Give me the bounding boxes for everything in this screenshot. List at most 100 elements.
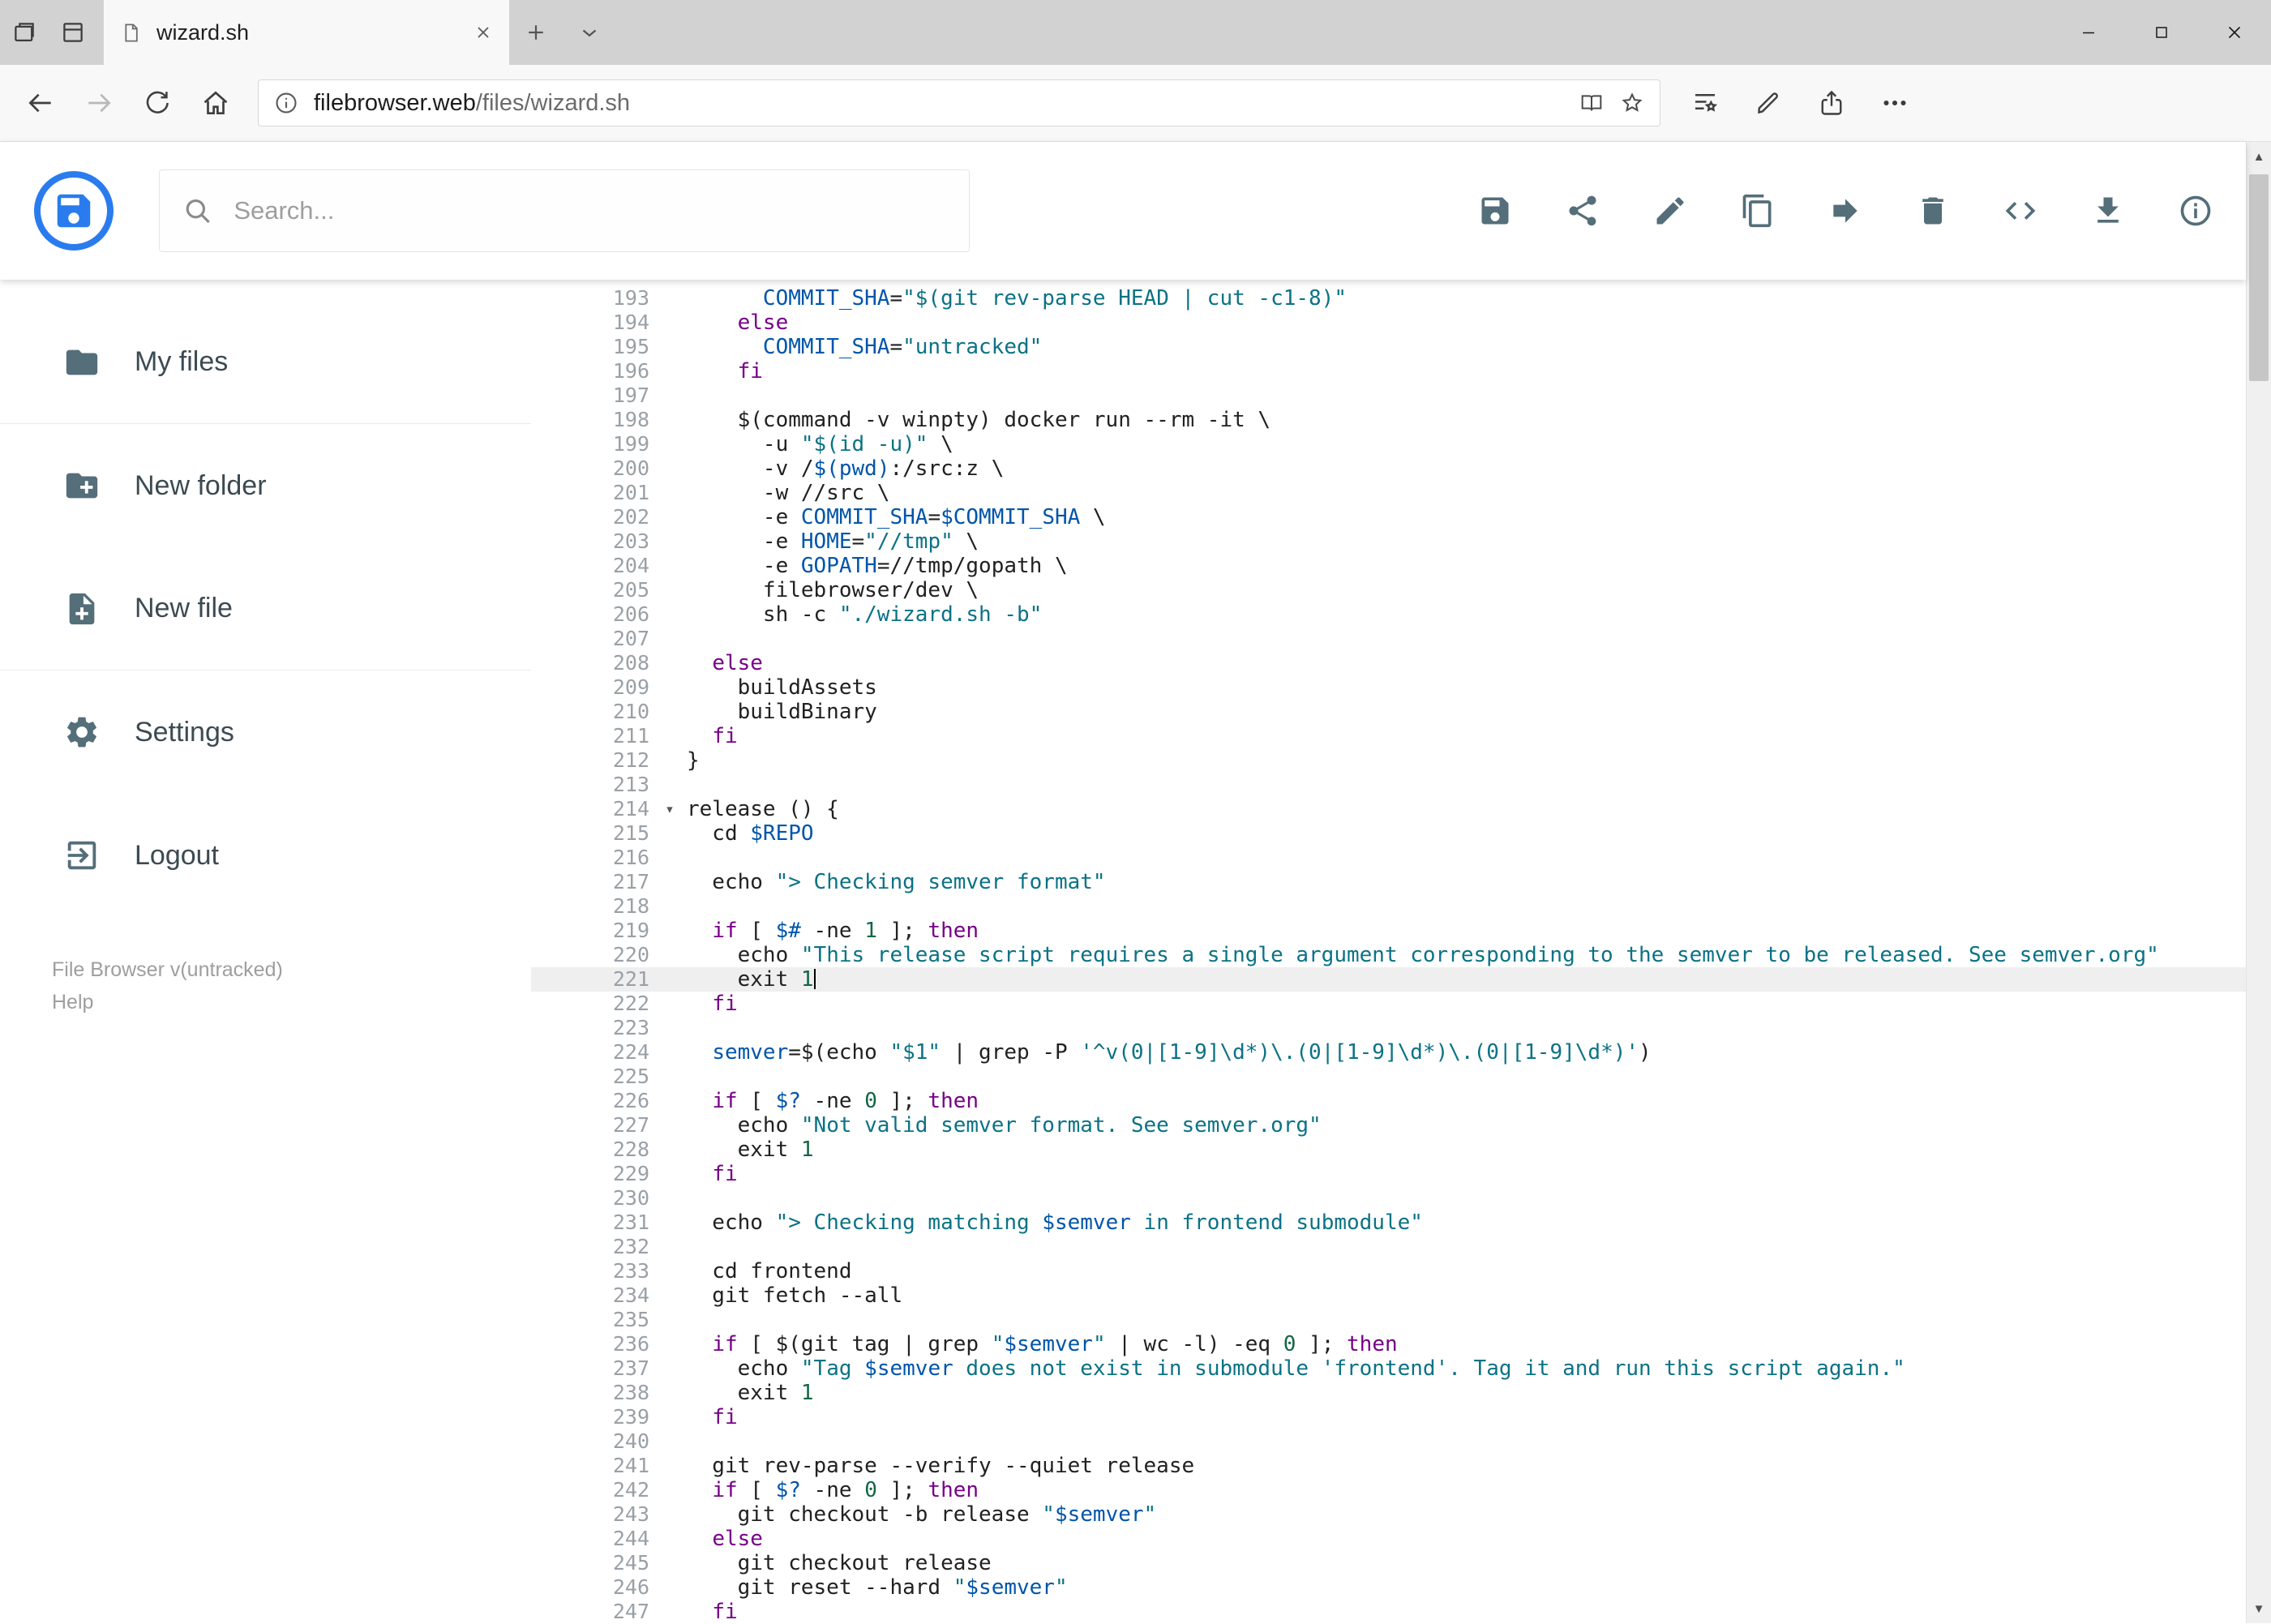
- back-button[interactable]: [11, 74, 70, 132]
- code-line-235[interactable]: 235: [531, 1308, 2246, 1332]
- save-button[interactable]: [1477, 193, 1513, 229]
- code-line-207[interactable]: 207: [531, 627, 2246, 651]
- code-line-227[interactable]: 227 echo "Not valid semver format. See s…: [531, 1113, 2246, 1138]
- download-button[interactable]: [2090, 193, 2126, 229]
- code-line-243[interactable]: 243 git checkout -b release "$semver": [531, 1502, 2246, 1527]
- set-tabs-aside-button[interactable]: [0, 0, 49, 65]
- more-options-button[interactable]: [1863, 74, 1926, 132]
- switch-view-button[interactable]: [2003, 193, 2038, 229]
- code-line-238[interactable]: 238 exit 1: [531, 1381, 2246, 1405]
- search-input[interactable]: [234, 196, 946, 225]
- code-line-241[interactable]: 241 git rev-parse --verify --quiet relea…: [531, 1454, 2246, 1478]
- code-line-233[interactable]: 233 cd frontend: [531, 1259, 2246, 1283]
- filebrowser-logo[interactable]: [34, 171, 114, 251]
- code-line-214[interactable]: 214 ▾ release () {: [531, 797, 2246, 821]
- code-line-195[interactable]: 195 COMMIT_SHA="untracked": [531, 335, 2246, 359]
- code-line-229[interactable]: 229 fi: [531, 1162, 2246, 1186]
- code-line-199[interactable]: 199 -u "$(id -u)" \: [531, 432, 2246, 456]
- code-line-237[interactable]: 237 echo "Tag $semver does not exist in …: [531, 1356, 2246, 1381]
- scroll-up-arrow[interactable]: ▲: [2247, 142, 2271, 171]
- move-button[interactable]: [1828, 193, 1863, 229]
- code-line-215[interactable]: 215 cd $REPO: [531, 821, 2246, 846]
- share-button[interactable]: [1800, 74, 1863, 132]
- code-line-204[interactable]: 204 -e GOPATH=//tmp/gopath \: [531, 554, 2246, 578]
- copy-button[interactable]: [1740, 193, 1776, 229]
- scroll-down-arrow[interactable]: ▼: [2247, 1594, 2271, 1623]
- new-tab-button[interactable]: [509, 0, 563, 65]
- code-line-212[interactable]: 212}: [531, 748, 2246, 773]
- code-line-240[interactable]: 240: [531, 1429, 2246, 1454]
- help-link[interactable]: Help: [52, 987, 93, 1018]
- code-line-198[interactable]: 198 $(command -v winpty) docker run --rm…: [531, 408, 2246, 432]
- code-line-200[interactable]: 200 -v /$(pwd):/src:z \: [531, 456, 2246, 481]
- code-editor[interactable]: 193 COMMIT_SHA="$(git rev-parse HEAD | c…: [531, 280, 2246, 1623]
- code-line-239[interactable]: 239 fi: [531, 1405, 2246, 1429]
- fold-marker-icon[interactable]: ▾: [653, 797, 687, 821]
- site-info-icon[interactable]: [273, 90, 299, 116]
- code-line-213[interactable]: 213: [531, 773, 2246, 797]
- close-button[interactable]: [2198, 0, 2271, 65]
- code-line-223[interactable]: 223: [531, 1016, 2246, 1040]
- search-box[interactable]: [159, 169, 970, 252]
- sidebar-item-logout[interactable]: Logout: [0, 794, 531, 917]
- code-line-232[interactable]: 232: [531, 1235, 2246, 1259]
- code-line-196[interactable]: 196 fi: [531, 359, 2246, 384]
- sidebar-item-settings[interactable]: Settings: [0, 671, 531, 794]
- code-line-197[interactable]: 197: [531, 384, 2246, 408]
- tab-preview-toggle[interactable]: [563, 0, 616, 65]
- favorite-star-icon[interactable]: [1619, 90, 1645, 116]
- code-line-247[interactable]: 247 fi: [531, 1600, 2246, 1623]
- info-button[interactable]: [2178, 193, 2213, 229]
- sidebar-item-new-folder[interactable]: New folder: [0, 424, 531, 547]
- code-line-221[interactable]: 221 exit 1: [531, 967, 2246, 992]
- code-line-209[interactable]: 209 buildAssets: [531, 675, 2246, 700]
- tabs-set-aside-button[interactable]: [49, 0, 97, 65]
- code-line-210[interactable]: 210 buildBinary: [531, 700, 2246, 724]
- code-line-234[interactable]: 234 git fetch --all: [531, 1283, 2246, 1308]
- code-line-193[interactable]: 193 COMMIT_SHA="$(git rev-parse HEAD | c…: [531, 286, 2246, 311]
- code-line-211[interactable]: 211 fi: [531, 724, 2246, 748]
- web-notes-button[interactable]: [1737, 74, 1800, 132]
- delete-button[interactable]: [1915, 193, 1951, 229]
- reading-view-icon[interactable]: [1579, 90, 1605, 116]
- code-line-217[interactable]: 217 echo "> Checking semver format": [531, 870, 2246, 894]
- code-line-222[interactable]: 222 fi: [531, 992, 2246, 1016]
- code-line-220[interactable]: 220 echo "This release script requires a…: [531, 943, 2246, 967]
- code-line-226[interactable]: 226 if [ $? -ne 0 ]; then: [531, 1089, 2246, 1113]
- browser-tab[interactable]: wizard.sh: [104, 0, 509, 65]
- code-line-242[interactable]: 242 if [ $? -ne 0 ]; then: [531, 1478, 2246, 1502]
- code-line-219[interactable]: 219 if [ $# -ne 1 ]; then: [531, 919, 2246, 943]
- rename-button[interactable]: [1652, 193, 1688, 229]
- code-line-202[interactable]: 202 -e COMMIT_SHA=$COMMIT_SHA \: [531, 505, 2246, 529]
- maximize-button[interactable]: [2125, 0, 2198, 65]
- page-scrollbar[interactable]: ▲ ▼: [2246, 142, 2271, 1623]
- tab-close-icon[interactable]: [473, 23, 493, 42]
- hub-button[interactable]: [1673, 74, 1737, 132]
- code-line-203[interactable]: 203 -e HOME="//tmp" \: [531, 529, 2246, 554]
- code-line-231[interactable]: 231 echo "> Checking matching $semver in…: [531, 1211, 2246, 1235]
- code-line-245[interactable]: 245 git checkout release: [531, 1551, 2246, 1575]
- code-line-194[interactable]: 194 else: [531, 311, 2246, 335]
- forward-button[interactable]: [70, 74, 128, 132]
- refresh-button[interactable]: [128, 74, 186, 132]
- code-line-244[interactable]: 244 else: [531, 1527, 2246, 1551]
- sidebar-item-new-file[interactable]: New file: [0, 547, 531, 671]
- code-line-225[interactable]: 225: [531, 1065, 2246, 1089]
- minimize-button[interactable]: [2052, 0, 2125, 65]
- address-bar[interactable]: filebrowser.web/files/wizard.sh: [258, 79, 1660, 126]
- code-line-246[interactable]: 246 git reset --hard "$semver": [531, 1575, 2246, 1600]
- code-line-218[interactable]: 218: [531, 894, 2246, 919]
- code-line-206[interactable]: 206 sh -c "./wizard.sh -b": [531, 602, 2246, 627]
- code-line-216[interactable]: 216: [531, 846, 2246, 870]
- code-line-205[interactable]: 205 filebrowser/dev \: [531, 578, 2246, 602]
- code-line-228[interactable]: 228 exit 1: [531, 1138, 2246, 1162]
- code-line-224[interactable]: 224 semver=$(echo "$1" | grep -P '^v(0|[…: [531, 1040, 2246, 1065]
- code-line-208[interactable]: 208 else: [531, 651, 2246, 675]
- share-file-button[interactable]: [1565, 193, 1600, 229]
- sidebar-item-my-files[interactable]: My files: [0, 301, 531, 424]
- code-line-236[interactable]: 236 if [ $(git tag | grep "$semver" | wc…: [531, 1332, 2246, 1356]
- code-line-201[interactable]: 201 -w //src \: [531, 481, 2246, 505]
- scrollbar-thumb[interactable]: [2249, 174, 2269, 381]
- home-button[interactable]: [186, 74, 245, 132]
- code-line-230[interactable]: 230: [531, 1186, 2246, 1211]
